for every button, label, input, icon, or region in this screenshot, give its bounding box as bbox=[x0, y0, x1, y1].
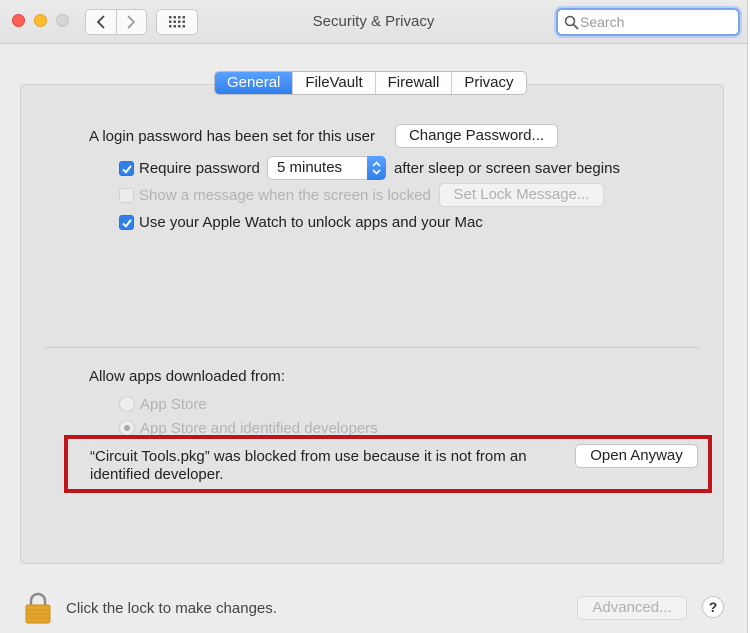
require-password-checkbox[interactable] bbox=[119, 161, 134, 176]
tab-privacy[interactable]: Privacy bbox=[451, 72, 525, 94]
after-sleep-text: after sleep or screen saver begins bbox=[394, 160, 620, 177]
tab-firewall[interactable]: Firewall bbox=[374, 72, 452, 94]
radio-identified-developers[interactable] bbox=[119, 420, 135, 436]
tab-bar: General FileVault Firewall Privacy bbox=[214, 71, 527, 95]
lock-icon bbox=[25, 592, 51, 624]
require-password-select[interactable]: 5 minutes bbox=[267, 156, 386, 180]
search-input[interactable] bbox=[580, 12, 730, 32]
help-button[interactable]: ? bbox=[702, 596, 724, 618]
section-divider bbox=[45, 347, 699, 348]
show-message-label: Show a message when the screen is locked bbox=[139, 187, 431, 204]
lock-instruction-text: Click the lock to make changes. bbox=[66, 600, 277, 617]
up-down-chevron-icon bbox=[372, 161, 381, 175]
login-password-text: A login password has been set for this u… bbox=[89, 128, 375, 145]
advanced-button[interactable]: Advanced... bbox=[577, 596, 687, 620]
radio-selected-dot bbox=[124, 425, 130, 431]
search-icon bbox=[564, 15, 579, 30]
set-lock-message-button[interactable]: Set Lock Message... bbox=[439, 183, 604, 207]
show-message-checkbox[interactable] bbox=[119, 188, 134, 203]
lock-button[interactable] bbox=[24, 592, 52, 628]
radio-app-store-label: App Store bbox=[140, 396, 207, 413]
checkmark-icon bbox=[122, 165, 132, 174]
title-bar: Security & Privacy bbox=[0, 0, 747, 44]
apple-watch-checkbox[interactable] bbox=[119, 215, 134, 230]
checkmark-icon bbox=[122, 219, 132, 228]
stepper-arrows bbox=[367, 156, 386, 180]
require-password-value: 5 minutes bbox=[277, 159, 343, 176]
allow-apps-label: Allow apps downloaded from: bbox=[89, 368, 285, 385]
apple-watch-label: Use your Apple Watch to unlock apps and … bbox=[139, 214, 483, 231]
radio-app-store[interactable] bbox=[119, 396, 135, 412]
security-privacy-window: Security & Privacy General FileVault Fir… bbox=[0, 0, 748, 633]
require-password-label: Require password bbox=[139, 160, 260, 177]
blocked-app-message: “Circuit Tools.pkg” was blocked from use… bbox=[90, 448, 527, 483]
search-field[interactable] bbox=[556, 8, 740, 36]
open-anyway-button[interactable]: Open Anyway bbox=[575, 444, 698, 468]
tab-general[interactable]: General bbox=[215, 72, 293, 94]
tab-filevault[interactable]: FileVault bbox=[292, 72, 374, 94]
change-password-button[interactable]: Change Password... bbox=[395, 124, 558, 148]
